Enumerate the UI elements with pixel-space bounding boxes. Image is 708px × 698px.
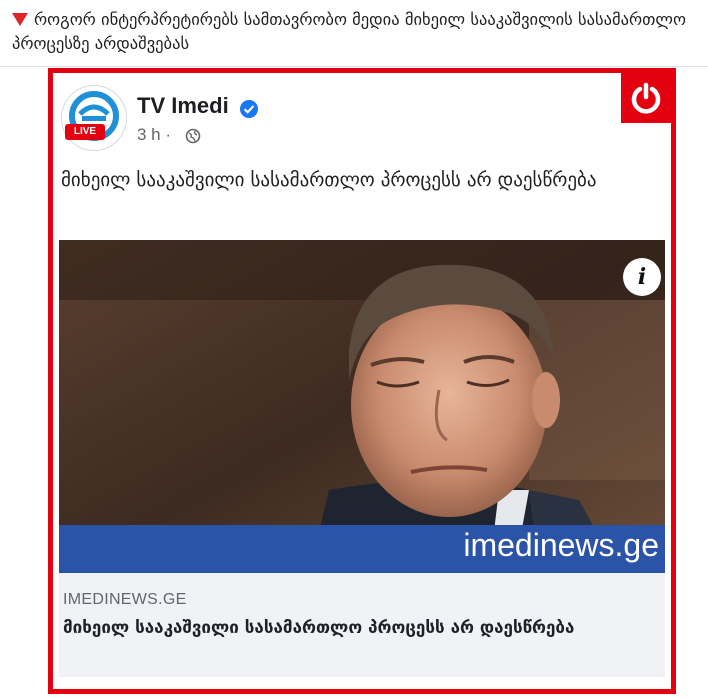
link-title[interactable]: მიხეილ სააკაშვილი სასამართლო პროცესს არ …: [63, 615, 623, 642]
screenshot-frame: LIVE TV Imedi 3 h · მიხეილ სააკაშვილი სა…: [48, 68, 676, 694]
headline-text: როგორ ინტერპრეტირებს სამთავრობო მედია მი…: [12, 10, 686, 53]
page-name[interactable]: TV Imedi: [137, 93, 229, 119]
article-headline: როგორ ინტერპრეტირებს სამთავრობო მედია მი…: [12, 8, 696, 56]
post-timestamp[interactable]: 3 h ·: [137, 125, 171, 145]
divider: [0, 66, 708, 67]
image-watermark: imedinews.ge: [463, 527, 659, 563]
photo-of-man: [59, 240, 665, 573]
page-avatar[interactable]: [61, 85, 127, 151]
link-domain: IMEDINEWS.GE: [63, 591, 187, 608]
post-image[interactable]: i imedinews.ge: [59, 240, 665, 573]
down-triangle-icon: [12, 13, 28, 26]
info-icon[interactable]: i: [623, 258, 661, 296]
post-text: მიხეილ სააკაშვილი სასამართლო პროცესს არ …: [61, 169, 597, 191]
globe-icon: [185, 128, 201, 144]
image-banner: imedinews.ge: [59, 525, 665, 573]
live-badge: LIVE: [65, 124, 105, 140]
verified-badge-icon: [240, 100, 258, 118]
power-logo-icon: [621, 73, 671, 123]
link-preview[interactable]: IMEDINEWS.GE მიხეილ სააკაშვილი სასამართლ…: [59, 573, 665, 677]
